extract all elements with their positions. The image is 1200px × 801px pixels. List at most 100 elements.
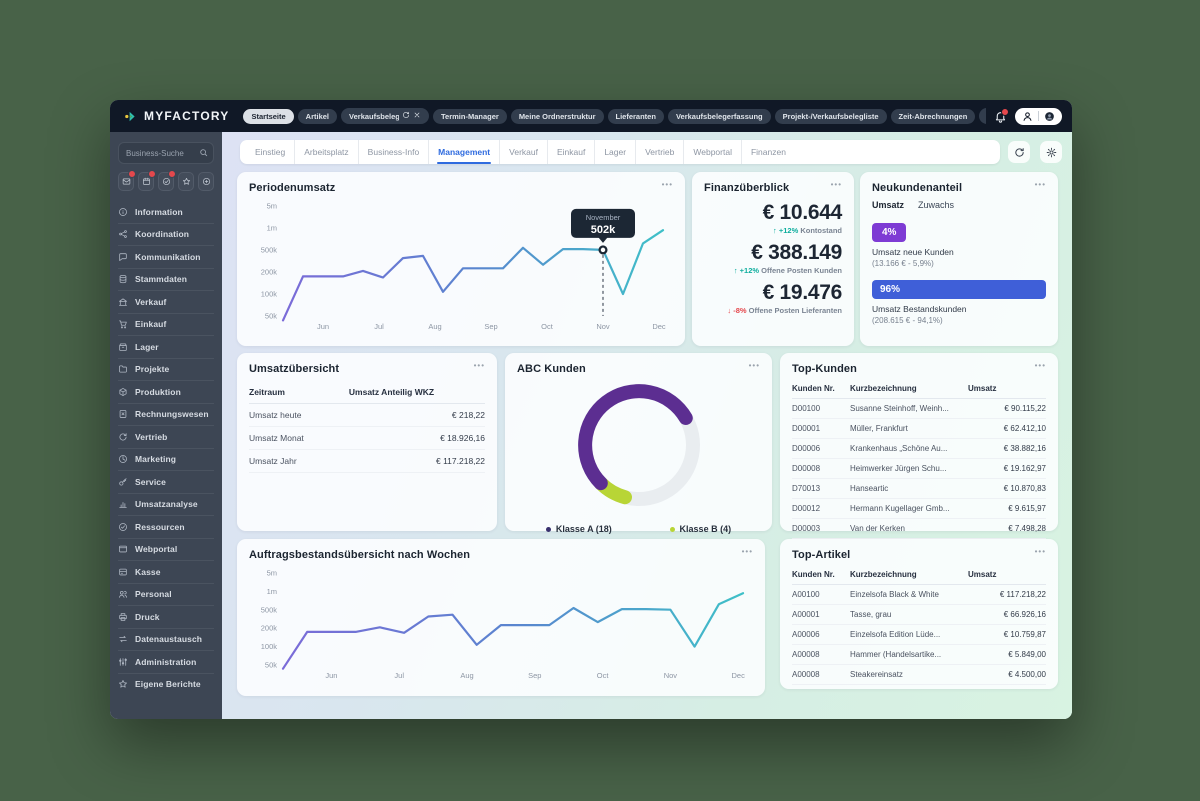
- sidebar-item-marketing[interactable]: Marketing: [118, 447, 214, 471]
- sidebar-item-information[interactable]: Information: [118, 201, 214, 223]
- top-tab-startseite[interactable]: Startseite: [243, 108, 294, 124]
- refresh-button[interactable]: [1008, 141, 1030, 163]
- avatar-icon[interactable]: [1044, 111, 1055, 122]
- top-tab-termin-manager[interactable]: Termin-Manager: [433, 108, 507, 124]
- top-tab-projekt-verkaufsbelegliste[interactable]: Projekt-/Verkaufsbelegliste: [774, 108, 887, 124]
- sidebar-item-eigene-berichte[interactable]: Eigene Berichte: [118, 672, 214, 696]
- module-nav: Einstieg Arbeitsplatz Business-Info Managem…: [240, 140, 1000, 164]
- top-tab-artikel[interactable]: Artikel: [297, 108, 338, 124]
- svg-text:Sep: Sep: [528, 671, 541, 680]
- card-menu-button[interactable]: •••: [742, 548, 753, 556]
- sidebar-item-stammdaten[interactable]: Stammdaten: [118, 267, 214, 291]
- card-menu-button[interactable]: •••: [662, 181, 673, 189]
- card-title: ABC Kunden: [517, 363, 586, 375]
- row-label: Umsatz Monat: [249, 433, 304, 443]
- mail-icon[interactable]: [118, 170, 136, 191]
- table-row[interactable]: D00008 Heimwerker Jürgen Schu... € 19.162,…: [792, 459, 1046, 479]
- share-sub: (208.615 € - 94,1%): [872, 316, 943, 325]
- card-menu-button[interactable]: •••: [1035, 362, 1046, 370]
- table-row[interactable]: D00012 Hermann Kugellager Gmb... € 9.615,9…: [792, 499, 1046, 519]
- card-menu-button[interactable]: •••: [1035, 548, 1046, 556]
- sidebar-item-umsatzanalyse[interactable]: Umsatzanalyse: [118, 492, 214, 516]
- tab-finanzen[interactable]: Finanzen: [740, 140, 795, 164]
- neukunden-tab-umsatz[interactable]: Umsatz: [872, 200, 904, 210]
- business-search: [118, 142, 214, 164]
- sidebar-item-lager[interactable]: Lager: [118, 335, 214, 358]
- sidebar-item-verkauf[interactable]: Verkauf: [118, 290, 214, 313]
- card-menu-button[interactable]: •••: [831, 181, 842, 189]
- sidebar-item-kommunikation[interactable]: Kommunikation: [118, 245, 214, 268]
- table-row[interactable]: D00001 Müller, Frankfurt € 62.412,10: [792, 419, 1046, 439]
- table-row[interactable]: Umsatz Jahr € 117.218,22: [249, 450, 485, 473]
- top-tab-verkaufsbelegausk[interactable]: Verkaufsbelegausk: [341, 108, 430, 124]
- top-tab-zeit-abrechnungen[interactable]: Zeit-Abrechnungen: [890, 108, 976, 124]
- sidebar-item-produktion[interactable]: Produktion: [118, 380, 214, 403]
- table-row[interactable]: A00001 Tasse, grau € 66.926,16: [792, 605, 1046, 625]
- close-icon[interactable]: [413, 111, 421, 121]
- topbar-right: [994, 107, 1062, 125]
- top-tab-lieferanten[interactable]: Lieferanten: [607, 108, 664, 124]
- tab-einkauf[interactable]: Einkauf: [546, 140, 594, 164]
- star-icon[interactable]: [178, 172, 194, 191]
- finanz-metric: € 388.149 ↑ +12% Offene Posten Kunden: [734, 242, 842, 275]
- card-auftragsbestand: Auftragsbestandsübersicht nach Wochen ••…: [237, 539, 765, 696]
- tab-management[interactable]: Management: [428, 140, 499, 164]
- card-menu-button[interactable]: •••: [474, 362, 485, 370]
- card-title: Neukundenanteil: [872, 182, 963, 194]
- sidebar-item-datenaustausch[interactable]: Datenaustausch: [118, 627, 214, 651]
- row-amount: € 62.412,10: [1003, 424, 1046, 433]
- table-row[interactable]: A00008 Hammer (Handelsartike... € 5.849,00: [792, 645, 1046, 665]
- refresh-icon[interactable]: [402, 111, 410, 121]
- sidebar-item-vertrieb[interactable]: Vertrieb: [118, 425, 214, 448]
- svg-text:Dec: Dec: [652, 322, 666, 331]
- settings-gear-icon[interactable]: [1040, 141, 1062, 163]
- badge-dot: [168, 170, 176, 178]
- calendar-icon[interactable]: [138, 170, 156, 191]
- sidebar-item-einkauf[interactable]: Einkauf: [118, 312, 214, 336]
- table-row[interactable]: A00008 Steakereinsatz € 4.500,00: [792, 665, 1046, 685]
- card-periodenumsatz: Periodenumsatz ••• 50k 100k 200k 500k 1m 5m Ju…: [237, 172, 685, 346]
- sidebar-item-projekte[interactable]: Projekte: [118, 357, 214, 381]
- finanz-metric: € 10.644 ↑ +12% Kontostand: [763, 202, 843, 235]
- row-id: D00100: [792, 404, 821, 413]
- table-row[interactable]: Umsatz Monat € 18.926,16: [249, 427, 485, 450]
- svg-text:5m: 5m: [267, 202, 277, 211]
- database-icon: [118, 274, 128, 284]
- sidebar-item-service[interactable]: Service: [118, 470, 214, 493]
- sidebar-item-kasse[interactable]: Kasse: [118, 560, 214, 583]
- table-row[interactable]: A00100 Einzelsofa Black & White € 117.218,…: [792, 585, 1046, 605]
- notifications-bell-icon[interactable]: [994, 107, 1009, 123]
- top-tab-verkaufsbelegerfassung[interactable]: Verkaufsbelegerfassung: [667, 108, 771, 124]
- tab-lager[interactable]: Lager: [594, 140, 635, 164]
- sidebar-item-administration[interactable]: Administration: [118, 650, 214, 673]
- neukunden-tab-zuwachs[interactable]: Zuwachs: [918, 200, 954, 210]
- sidebar-item-druck[interactable]: Druck: [118, 605, 214, 628]
- tab-business-info[interactable]: Business-Info: [357, 140, 429, 164]
- target-icon[interactable]: [198, 172, 214, 191]
- sidebar-item-koordination[interactable]: Koordination: [118, 222, 214, 246]
- tab-verkauf[interactable]: Verkauf: [499, 140, 547, 164]
- top-tab-12-weitere-tabs[interactable]: 12 weitere Tabs: [979, 108, 986, 124]
- sidebar-item-rechnungswesen[interactable]: Rechnungswesen: [118, 402, 214, 426]
- table-row[interactable]: A00006 Einzelsofa Edition Lüde... € 10.759…: [792, 625, 1046, 645]
- tab-vertrieb[interactable]: Vertrieb: [635, 140, 683, 164]
- metric-label: Offene Posten Lieferanten: [746, 306, 842, 315]
- top-tab-meine-ordnerstruktur[interactable]: Meine Ordnerstruktur: [510, 108, 604, 124]
- sidebar-item-ressourcen[interactable]: Ressourcen: [118, 515, 214, 538]
- table-row[interactable]: Umsatz heute € 218,22: [249, 404, 485, 427]
- table-row[interactable]: D00006 Krankenhaus „Schöne Au... € 38.882,…: [792, 439, 1046, 459]
- tab-einstieg[interactable]: Einstieg: [246, 140, 294, 164]
- card-menu-button[interactable]: •••: [749, 362, 760, 370]
- table-row[interactable]: D00100 Susanne Steinhoff, Weinh... € 90.11…: [792, 399, 1046, 419]
- row-name: Tasse, grau: [850, 610, 892, 619]
- tab-arbeitsplatz[interactable]: Arbeitsplatz: [294, 140, 357, 164]
- card-menu-button[interactable]: •••: [1035, 181, 1046, 189]
- myfactory-logo[interactable]: MYFACTORY: [124, 109, 229, 124]
- tab-webportal[interactable]: Webportal: [683, 140, 741, 164]
- sidebar-item-personal[interactable]: Personal: [118, 582, 214, 606]
- table-row[interactable]: D70013 Hanseartic € 10.870,83: [792, 479, 1046, 499]
- sidebar-item-webportal[interactable]: Webportal: [118, 537, 214, 561]
- tasks-icon[interactable]: [158, 170, 176, 191]
- user-icon[interactable]: [1022, 111, 1033, 122]
- table-row[interactable]: D00003 Van der Kerken € 7.498,28: [792, 519, 1046, 539]
